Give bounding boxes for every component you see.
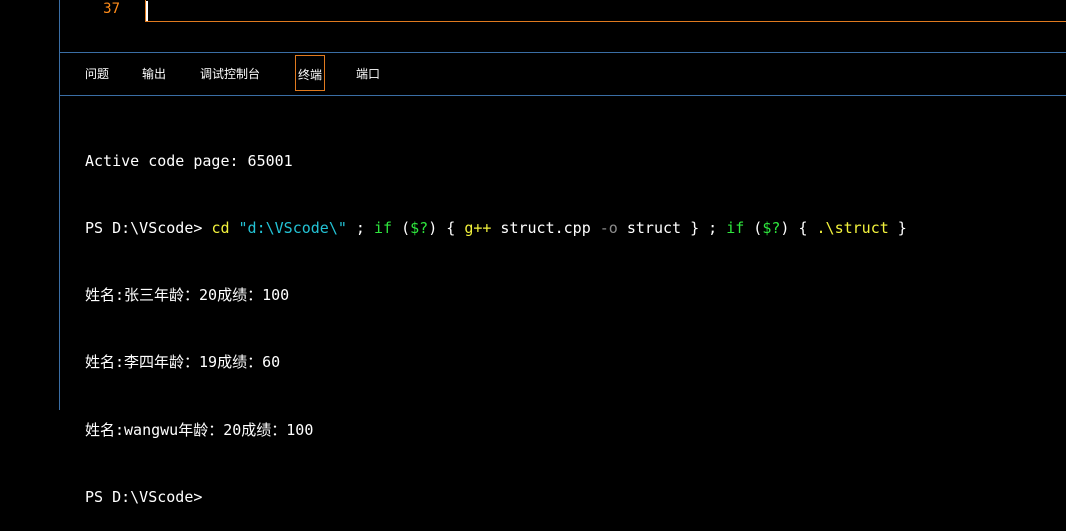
terminal-output-line: 姓名:wangwu年龄：20成绩：100	[85, 420, 314, 439]
current-line-highlight[interactable]	[145, 0, 1066, 22]
cmd-if2: if	[726, 219, 745, 238]
prompt-text: PS D:\VScode>	[85, 219, 203, 238]
text-cursor	[146, 1, 148, 21]
tab-bar-divider	[60, 95, 1066, 96]
final-prompt-text: PS D:\VScode>	[85, 487, 203, 506]
tab-debug-console[interactable]: 调试控制台	[200, 55, 260, 91]
line-number: 37	[103, 1, 120, 17]
cmd-run: .\struct	[816, 219, 889, 238]
cmd-close: }	[888, 219, 907, 238]
editor-area[interactable]: 37	[60, 0, 1066, 52]
cmd-gpp-args: struct.cpp	[491, 219, 600, 238]
cmd-flag-o: -o	[599, 219, 618, 238]
terminal-line-codepage: Active code page: 65001	[85, 150, 1060, 172]
terminal-line-command: PS D:\VScode> cd "d:\VScode\" ; if ($?) …	[85, 217, 1060, 239]
tab-ports[interactable]: 端口	[356, 55, 380, 91]
tab-problems[interactable]: 问题	[85, 55, 109, 91]
cmd-path-arg: "d:\VScode\"	[238, 219, 347, 238]
tab-terminal[interactable]: 终端	[295, 55, 326, 91]
cmd-out-name: struct } ;	[617, 219, 727, 238]
cmd-paren-close2: ) {	[780, 219, 817, 238]
cmd-paren-open2: (	[744, 219, 763, 238]
cmd-gpp: g++	[464, 219, 492, 238]
codepage-text: Active code page: 65001	[85, 151, 293, 170]
cmd-sep1: ;	[346, 219, 374, 238]
panel-tab-bar: 问题 输出 调试控制台 终端 端口	[60, 53, 1066, 95]
cmd-cond1: $?	[410, 219, 429, 238]
cmd-paren-close1: ) {	[428, 219, 465, 238]
terminal-output[interactable]: Active code page: 65001 PS D:\VScode> cd…	[85, 105, 1060, 506]
tab-output[interactable]: 输出	[142, 55, 166, 91]
cmd-if1: if	[374, 219, 393, 238]
terminal-output-line: 姓名:李四年龄：19成绩：60	[85, 353, 281, 372]
terminal-line-prompt: PS D:\VScode>	[85, 486, 1060, 508]
cmd-cond2: $?	[762, 219, 781, 238]
terminal-output-line: 姓名:张三年龄：20成绩：100	[85, 286, 290, 305]
cmd-paren-open1: (	[392, 219, 411, 238]
cmd-cd: cd	[211, 219, 230, 238]
